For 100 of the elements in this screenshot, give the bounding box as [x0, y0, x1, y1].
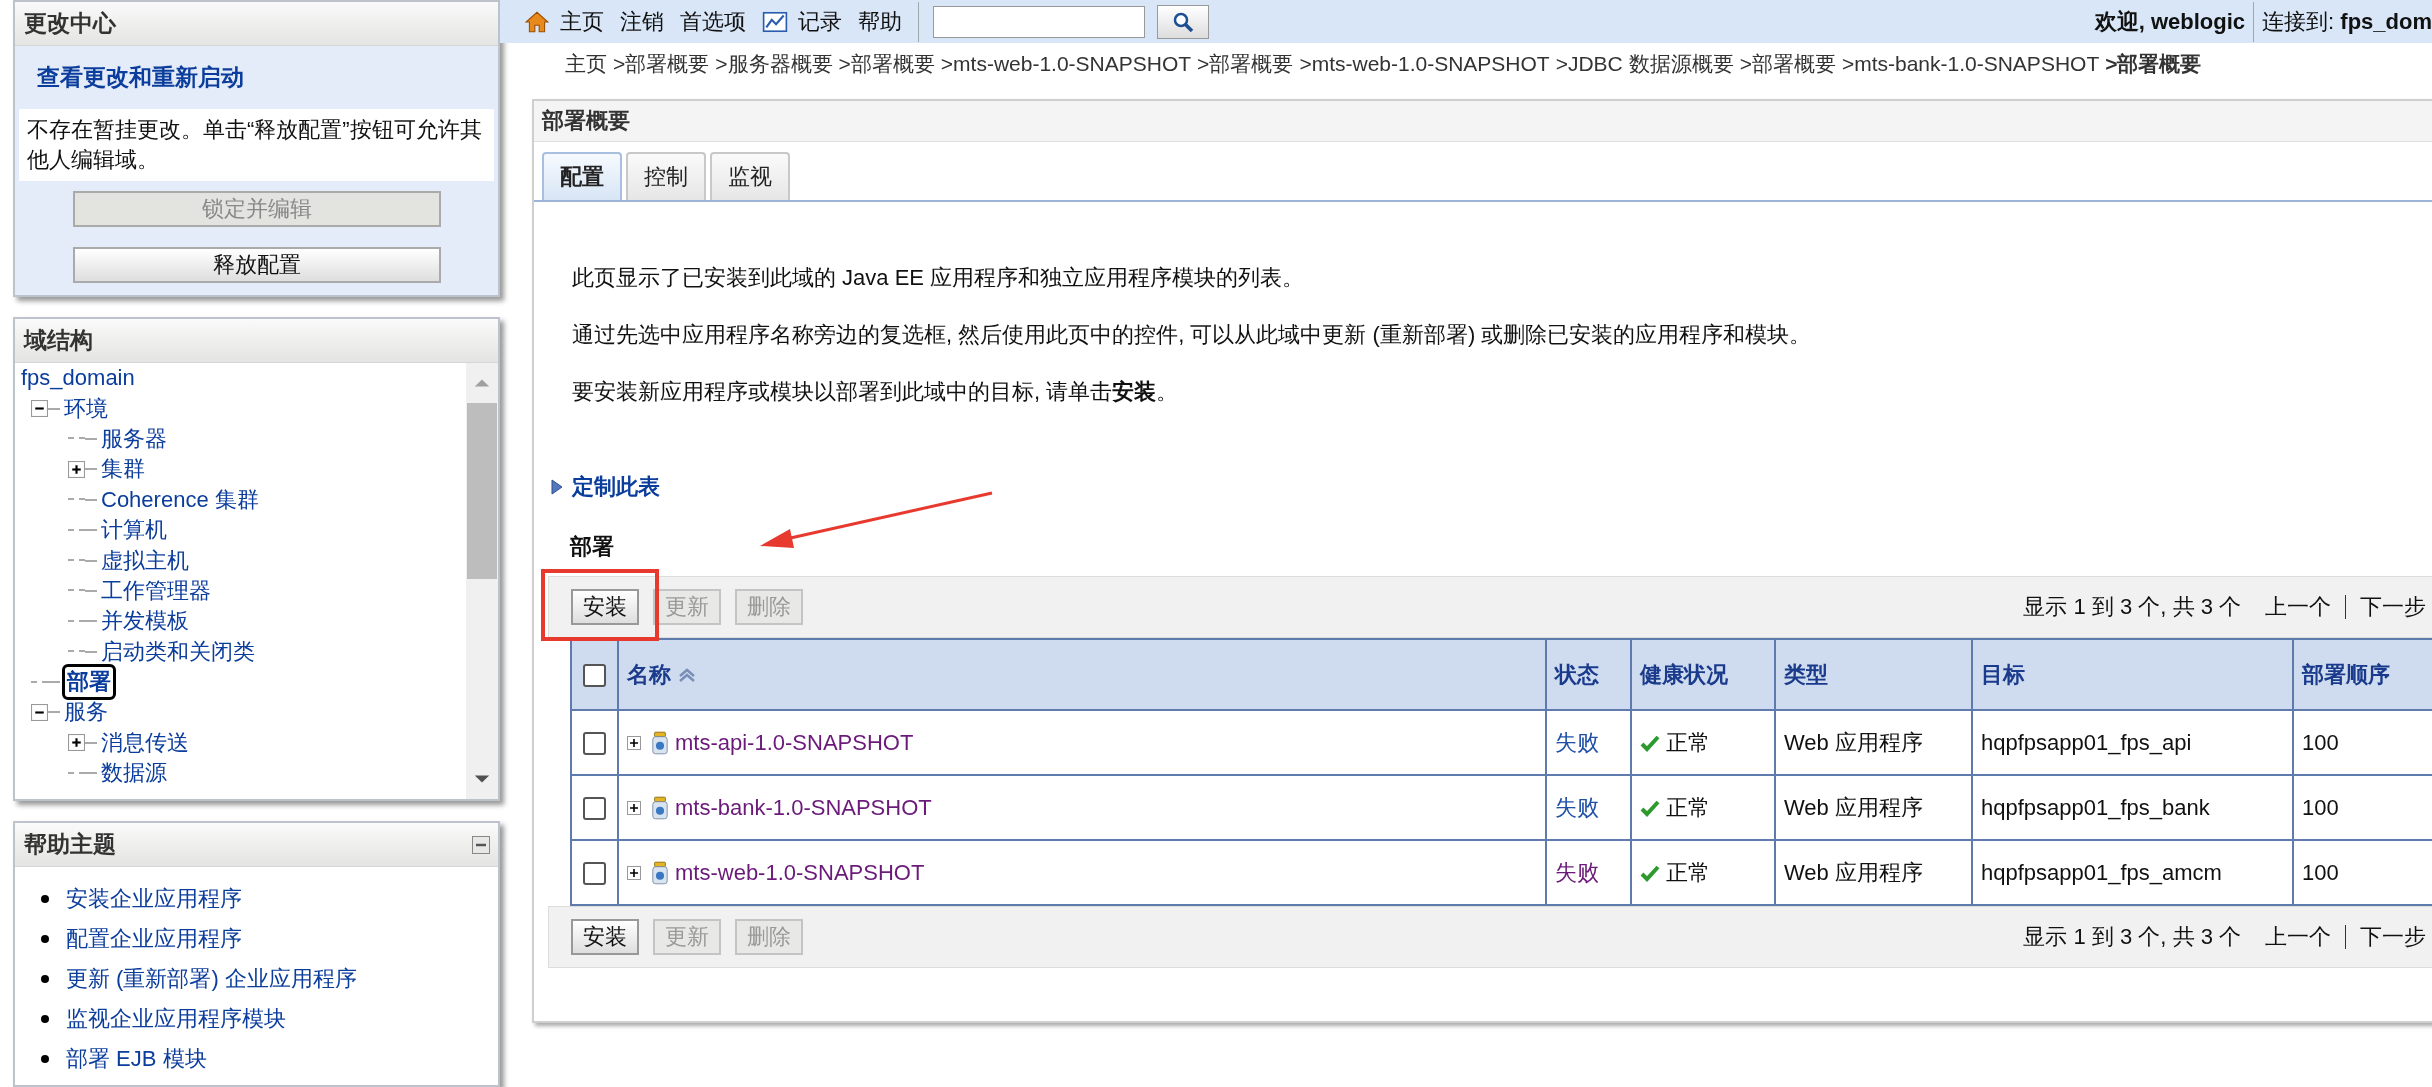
help-topic-link[interactable]: 部署 EJB 模块 [66, 1044, 207, 1074]
tree-item[interactable]: 部署 [62, 664, 116, 701]
expand-icon[interactable] [68, 734, 85, 752]
collapse-icon[interactable] [31, 400, 48, 418]
breadcrumb-link[interactable]: >服务器概要 [715, 50, 833, 78]
panel-title: 域结构 [15, 319, 498, 363]
bullet-icon [41, 895, 49, 903]
table-cell-text: 正常 [1666, 793, 1710, 822]
welcome-text: 欢迎, weblogic [2094, 7, 2246, 36]
table-cell: 100 [2302, 794, 2339, 820]
help-topic-link[interactable]: 配置企业应用程序 [66, 924, 242, 954]
bullet-icon [41, 935, 49, 943]
tab[interactable]: 配置 [542, 152, 622, 200]
check-icon [1640, 863, 1660, 882]
expand-icon[interactable] [627, 800, 641, 815]
expand-icon[interactable] [627, 735, 641, 750]
previous-link[interactable]: 上一个 [2265, 922, 2331, 952]
tab[interactable]: 控制 [626, 152, 706, 200]
search-button[interactable] [1157, 4, 1209, 39]
tab[interactable]: 监视 [710, 152, 790, 200]
bullet-icon [41, 975, 49, 983]
breadcrumb-link[interactable]: >mts-web-1.0-SNAPSHOT [1299, 52, 1550, 76]
scroll-down-icon[interactable] [473, 773, 491, 785]
search-field[interactable] [933, 5, 1145, 38]
breadcrumb-link[interactable]: >部署概要 [2105, 50, 2202, 78]
pagination-text: 显示 1 到 3 个, 共 3 个 [2023, 923, 2241, 951]
next-link[interactable]: 下一步 [2360, 922, 2426, 952]
previous-link[interactable]: 上一个 [2265, 592, 2331, 622]
jar-icon [651, 795, 669, 820]
top-nav-link[interactable]: 注销 [620, 6, 664, 37]
page-title: 部署概要 [534, 101, 2432, 142]
application-link[interactable]: mts-bank-1.0-SNAPSHOT [675, 794, 932, 821]
table-cell-text: 正常 [1666, 858, 1710, 887]
application-link[interactable]: mts-api-1.0-SNAPSHOT [675, 729, 914, 756]
tree-item[interactable]: fps_domain [19, 365, 137, 392]
expand-icon[interactable] [627, 865, 641, 880]
column-header[interactable]: 名称 [627, 659, 671, 690]
panel-title: 更改中心 [15, 2, 498, 46]
table-cell: 100 [2302, 859, 2339, 885]
next-link[interactable]: 下一步 [2360, 592, 2426, 622]
breadcrumb-link[interactable]: >mts-bank-1.0-SNAPSHOT [1841, 52, 2100, 76]
tree-item[interactable]: 环境 [62, 393, 110, 424]
top-nav-link[interactable]: 首选项 [680, 6, 746, 37]
table-cell: Web 应用程序 [1784, 859, 1923, 885]
customize-table-link[interactable]: 定制此表 [572, 472, 660, 502]
description-text: 要安装新应用程序或模块以部署到此域中的目标, 请单击安装。 [571, 378, 1180, 405]
collapse-icon[interactable] [472, 835, 490, 854]
row-checkbox[interactable] [583, 862, 606, 886]
breadcrumb-link[interactable]: >部署概要 [838, 50, 935, 78]
scrollbar[interactable] [466, 363, 498, 799]
help-topic-link[interactable]: 安装企业应用程序 [66, 884, 242, 914]
check-icon [1640, 733, 1660, 752]
change-center-button[interactable]: 释放配置 [72, 247, 441, 283]
table-title: 部署 [570, 533, 615, 561]
breadcrumb-link[interactable]: >mts-web-1.0-SNAPSHOT [940, 52, 1192, 76]
top-nav-link[interactable]: 主页 [560, 6, 604, 37]
help-topic-link[interactable]: 更新 (重新部署) 企业应用程序 [66, 964, 357, 994]
tree-item[interactable]: 集群 [99, 454, 147, 485]
table-cell: Web 应用程序 [1784, 794, 1923, 820]
row-checkbox[interactable] [583, 797, 606, 821]
select-all-checkbox[interactable] [583, 664, 606, 688]
pending-changes-message: 不存在暂挂更改。单击“释放配置”按钮可允许其他人编辑域。 [19, 109, 494, 181]
tree-item[interactable]: 数据源 [99, 758, 169, 789]
table-cell: hqpfpsapp01_fps_bank [1981, 794, 2210, 820]
collapse-icon[interactable] [31, 704, 48, 721]
tree-item[interactable]: 虚拟主机 [99, 545, 191, 576]
breadcrumb-link[interactable]: >部署概要 [613, 50, 710, 78]
tree-item[interactable]: 工作管理器 [99, 575, 213, 606]
panel-title: 帮助主题 [24, 830, 116, 859]
jar-icon [651, 730, 669, 755]
breadcrumb-link[interactable]: >部署概要 [1197, 50, 1294, 78]
application-link[interactable]: mts-web-1.0-SNAPSHOT [675, 859, 925, 886]
breadcrumb-link[interactable]: >JDBC 数据源概要 [1555, 50, 1734, 78]
tree-item[interactable]: 启动类和关闭类 [99, 636, 257, 667]
row-checkbox[interactable] [583, 732, 606, 756]
bullet-icon [41, 1015, 49, 1023]
tree-item[interactable]: Coherence 集群 [99, 484, 261, 515]
table-cell-text: 正常 [1666, 728, 1710, 757]
column-header[interactable]: 类型 [1784, 659, 1828, 690]
column-header[interactable]: 目标 [1981, 659, 2025, 690]
tree-item[interactable]: 服务器 [99, 423, 169, 454]
connection-text: 连接到: fps_dom [2262, 7, 2432, 36]
breadcrumb-link[interactable]: >部署概要 [1739, 50, 1836, 78]
table-action-button[interactable]: 安装 [571, 589, 639, 625]
description-text: 通过先选中应用程序名称旁边的复选框, 然后使用此页中的控件, 可以从此域中更新 (重新部署) 或删除已安装的应用程序和模块。 [571, 321, 1813, 348]
expand-triangle-icon[interactable] [550, 478, 564, 496]
jar-icon [651, 860, 669, 885]
top-nav-link[interactable]: 记录 [798, 6, 842, 37]
tree-item[interactable]: 计算机 [99, 515, 169, 546]
pagination-text: 显示 1 到 3 个, 共 3 个 [2023, 593, 2241, 621]
top-nav-link[interactable]: 帮助 [858, 6, 902, 37]
description-text: 此页显示了已安装到此域的 Java EE 应用程序和独立应用程序模块的列表。 [571, 264, 1306, 291]
tree-item[interactable]: 消息传送 [99, 727, 191, 758]
breadcrumb-link[interactable]: 主页 [565, 50, 607, 78]
tree-item[interactable]: 并发模板 [99, 606, 191, 637]
table-cell: Web 应用程序 [1784, 729, 1923, 755]
expand-icon[interactable] [68, 460, 85, 478]
table-action-button[interactable]: 安装 [571, 919, 639, 955]
view-changes-link[interactable]: 查看更改和重新启动 [19, 58, 244, 109]
help-topic-link[interactable]: 监视企业应用程序模块 [66, 1004, 286, 1034]
